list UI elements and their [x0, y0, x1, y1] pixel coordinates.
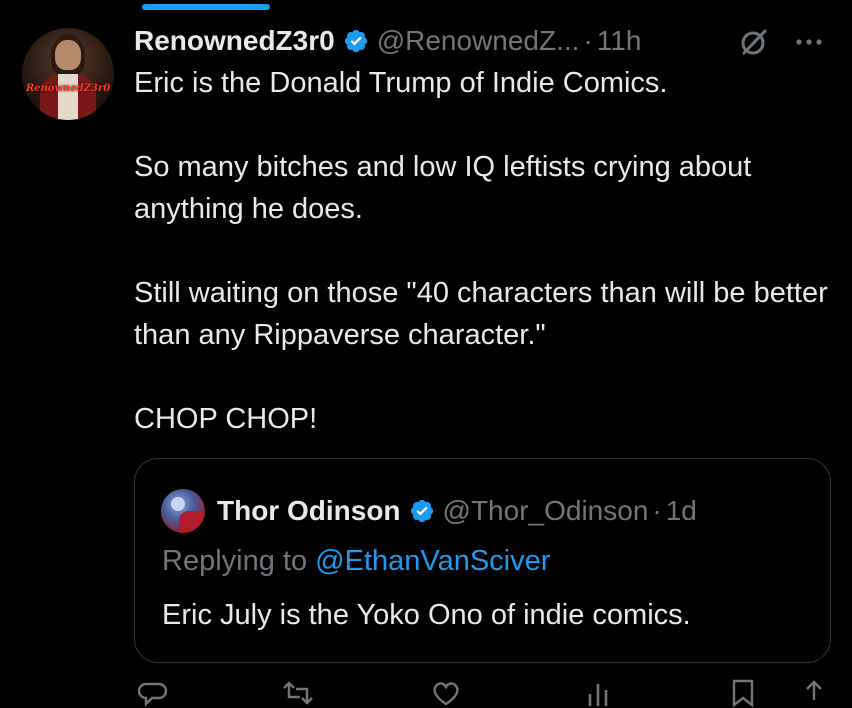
verified-badge-icon	[410, 499, 433, 523]
avatar-face	[55, 40, 81, 70]
quoted-author-avatar[interactable]	[161, 489, 205, 533]
reply-icon[interactable]	[138, 678, 168, 708]
verified-badge-icon	[344, 29, 367, 53]
views-icon[interactable]	[584, 678, 614, 708]
author-handle[interactable]: @RenownedZ...	[377, 25, 580, 57]
post-paragraph: Still waiting on those "40 characters th…	[134, 277, 828, 351]
quoted-author-handle[interactable]: @Thor_Odinson	[443, 495, 649, 527]
post-body: Eric is the Donald Trump of Indie Comics…	[134, 62, 844, 440]
avatar-highlight	[171, 497, 185, 511]
avatar-cape	[179, 511, 205, 533]
header-separator: ·	[583, 25, 593, 56]
post-paragraph: Eric is the Donald Trump of Indie Comics…	[134, 67, 668, 99]
like-icon[interactable]	[430, 678, 462, 708]
share-icon[interactable]	[800, 678, 828, 708]
author-name[interactable]: RenownedZ3r0	[134, 25, 335, 57]
post-paragraph: CHOP CHOP!	[134, 403, 318, 435]
quoted-post-card[interactable]: Thor Odinson @Thor_Odinson · 1d Replying…	[134, 458, 831, 663]
author-avatar[interactable]: RenownedZ3r0	[22, 28, 114, 120]
quoted-post-timestamp[interactable]: 1d	[666, 495, 697, 527]
avatar-logo-text: RenownedZ3r0	[25, 83, 111, 94]
replying-to-mention-link[interactable]: @EthanVanSciver	[315, 545, 550, 577]
repost-icon[interactable]	[280, 678, 316, 708]
more-options-icon[interactable]	[792, 30, 826, 54]
post-header: RenownedZ3r0 @RenownedZ... · 11h	[134, 20, 641, 62]
bookmark-icon[interactable]	[730, 678, 756, 708]
active-tab-indicator	[142, 4, 270, 10]
replying-to-label: Replying to	[162, 545, 308, 577]
grok-icon[interactable]	[738, 26, 770, 58]
post-action-bar	[134, 678, 834, 708]
post-timestamp[interactable]: 11h	[597, 25, 642, 57]
quoted-author-name[interactable]: Thor Odinson	[217, 495, 401, 527]
quoted-post-text: Eric July is the Yoko Ono of indie comic…	[162, 599, 691, 631]
quoted-header-separator: ·	[652, 495, 662, 526]
replying-to-line: Replying to @EthanVanSciver	[162, 541, 550, 581]
post-paragraph: So many bitches and low IQ leftists cryi…	[134, 151, 752, 225]
quoted-post-header: Thor Odinson @Thor_Odinson · 1d	[217, 489, 697, 533]
avatar-vest	[58, 74, 78, 120]
